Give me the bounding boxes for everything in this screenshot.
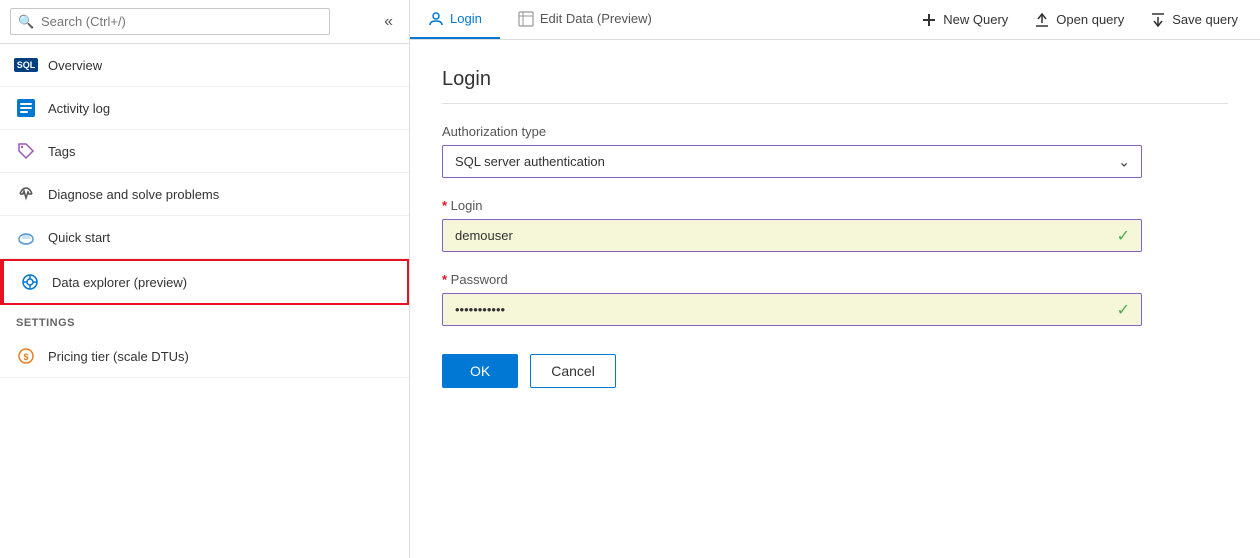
quickstart-icon xyxy=(16,227,36,247)
open-query-label: Open query xyxy=(1056,12,1124,27)
sidebar-item-label: Overview xyxy=(48,58,102,73)
password-group: Password ✓ xyxy=(442,272,1228,326)
login-group: Login ✓ xyxy=(442,198,1228,252)
table-icon xyxy=(518,11,534,27)
sidebar-item-diagnose[interactable]: Diagnose and solve problems xyxy=(0,173,409,216)
content-area: Login Authorization type SQL server auth… xyxy=(410,40,1260,558)
password-label: Password xyxy=(442,272,1228,287)
password-check-icon: ✓ xyxy=(1117,300,1130,320)
sidebar-item-activity-log[interactable]: Activity log xyxy=(0,87,409,130)
sidebar-item-label: Diagnose and solve problems xyxy=(48,187,219,202)
page-title: Login xyxy=(442,68,1228,104)
open-query-button[interactable]: Open query xyxy=(1022,4,1136,36)
tab-login-label: Login xyxy=(450,11,482,26)
password-input[interactable] xyxy=(442,293,1142,326)
sidebar-item-tags[interactable]: Tags xyxy=(0,130,409,173)
tab-actions: New Query Open query Save query xyxy=(909,4,1260,36)
login-input[interactable] xyxy=(442,219,1142,252)
open-query-icon xyxy=(1034,12,1050,28)
ok-button[interactable]: OK xyxy=(442,354,518,388)
svg-text:$: $ xyxy=(23,352,28,362)
auth-type-label: Authorization type xyxy=(442,124,1228,139)
sidebar-item-overview[interactable]: SQL Overview xyxy=(0,44,409,87)
save-query-icon xyxy=(1150,12,1166,28)
save-query-label: Save query xyxy=(1172,12,1238,27)
sidebar-item-pricing[interactable]: $ Pricing tier (scale DTUs) xyxy=(0,335,409,378)
main-area: Login Edit Data (Preview) New Query xyxy=(410,0,1260,558)
sidebar-item-label: Activity log xyxy=(48,101,110,116)
sidebar-item-data-explorer[interactable]: Data explorer (preview) xyxy=(0,259,409,305)
cancel-button[interactable]: Cancel xyxy=(530,354,616,388)
search-input[interactable] xyxy=(10,8,330,35)
auth-type-select[interactable]: SQL server authentication Active Directo… xyxy=(442,145,1142,178)
login-input-wrapper: ✓ xyxy=(442,219,1142,252)
auth-type-select-wrapper: SQL server authentication Active Directo… xyxy=(442,145,1142,178)
new-query-button[interactable]: New Query xyxy=(909,4,1020,36)
sidebar-nav: SQL Overview Activity log xyxy=(0,44,409,558)
tab-edit-data[interactable]: Edit Data (Preview) xyxy=(500,1,670,39)
form-actions: OK Cancel xyxy=(442,354,1228,388)
sidebar: 🔍 « SQL Overview Activity log xyxy=(0,0,410,558)
login-label: Login xyxy=(442,198,1228,213)
login-check-icon: ✓ xyxy=(1117,226,1130,246)
search-bar: 🔍 « xyxy=(0,0,409,44)
tab-login[interactable]: Login xyxy=(410,1,500,39)
activity-log-icon xyxy=(16,98,36,118)
new-query-icon xyxy=(921,12,937,28)
tab-edit-data-label: Edit Data (Preview) xyxy=(540,11,652,26)
new-query-label: New Query xyxy=(943,12,1008,27)
settings-section-label: SETTINGS xyxy=(0,305,409,335)
overview-icon: SQL xyxy=(16,55,36,75)
sidebar-item-quickstart[interactable]: Quick start xyxy=(0,216,409,259)
user-icon xyxy=(428,11,444,27)
sidebar-item-label: Pricing tier (scale DTUs) xyxy=(48,349,189,364)
sidebar-item-label: Data explorer (preview) xyxy=(52,275,187,290)
pricing-icon: $ xyxy=(16,346,36,366)
search-wrapper: 🔍 xyxy=(10,8,370,35)
save-query-button[interactable]: Save query xyxy=(1138,4,1250,36)
collapse-sidebar-button[interactable]: « xyxy=(378,9,399,35)
search-icon: 🔍 xyxy=(18,14,34,30)
tags-icon xyxy=(16,141,36,161)
data-explorer-icon xyxy=(20,272,40,292)
sidebar-item-label: Quick start xyxy=(48,230,110,245)
sidebar-item-label: Tags xyxy=(48,144,75,159)
auth-type-group: Authorization type SQL server authentica… xyxy=(442,124,1228,178)
diagnose-icon xyxy=(16,184,36,204)
tab-bar: Login Edit Data (Preview) New Query xyxy=(410,0,1260,40)
password-input-wrapper: ✓ xyxy=(442,293,1142,326)
